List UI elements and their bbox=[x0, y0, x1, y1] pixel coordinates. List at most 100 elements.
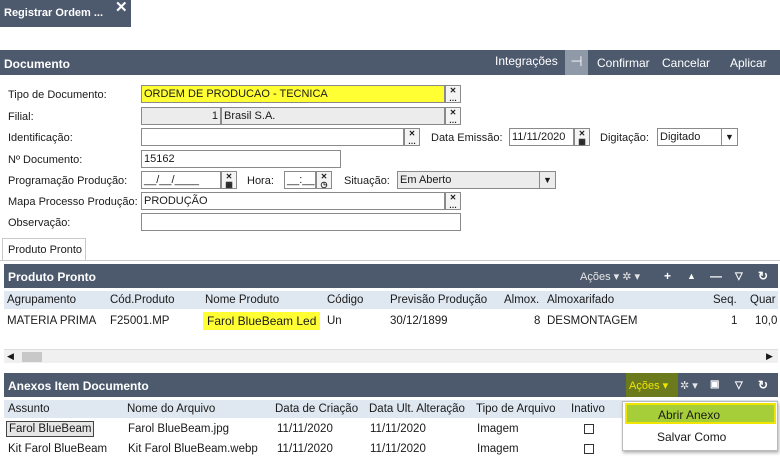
acoes-label: Ações bbox=[629, 380, 660, 392]
lookup-icon[interactable]: ✕… bbox=[445, 107, 461, 125]
calendar-icon[interactable]: ✕ ▦ bbox=[574, 128, 590, 146]
column-header[interactable]: Nome do Arquivo bbox=[127, 403, 215, 415]
aplicar-button[interactable]: Aplicar bbox=[730, 56, 767, 70]
filter-icon[interactable]: ▽ bbox=[735, 271, 743, 282]
scroll-left-icon[interactable]: ◀ bbox=[7, 351, 14, 362]
hora-field[interactable]: __:__ bbox=[284, 171, 316, 189]
table-cell: Imagem bbox=[477, 443, 519, 455]
table-row[interactable]: Kit Farol BlueBeam Kit Farol BlueBeam.we… bbox=[4, 440, 622, 459]
lookup-icon[interactable]: ✕… bbox=[404, 128, 420, 146]
column-header[interactable]: Inativo bbox=[571, 403, 605, 415]
table-cell: Un bbox=[327, 315, 342, 327]
table-cell: 8 bbox=[534, 315, 541, 327]
lookup-icon[interactable]: ✕… bbox=[445, 85, 461, 103]
remove-icon[interactable]: — bbox=[710, 269, 722, 283]
acoes-dropdown-menu: Abrir Anexo Salvar Como bbox=[622, 401, 778, 451]
column-header[interactable]: Data de Criação bbox=[275, 403, 358, 415]
n-documento-field[interactable]: 15162 bbox=[141, 150, 341, 168]
pin-icon[interactable]: ⊣ bbox=[565, 50, 588, 75]
column-header[interactable]: Tipo de Arquivo bbox=[476, 403, 555, 415]
column-header[interactable]: Seq. bbox=[713, 294, 737, 306]
mapa-field[interactable]: PRODUÇÃO bbox=[141, 192, 445, 210]
divider bbox=[0, 260, 780, 261]
tab-label: Produto Pronto bbox=[8, 244, 82, 256]
observacao-field[interactable] bbox=[141, 213, 461, 231]
cancelar-button[interactable]: Cancelar bbox=[662, 56, 710, 70]
identificacao-field[interactable] bbox=[141, 128, 404, 146]
digitacao-value: Digitado bbox=[660, 131, 701, 143]
section-title: Anexos Item Documento bbox=[8, 379, 149, 393]
anexos-header: Anexos Item Documento Ações ▾ ✲ ▾ ▣ ▽ ↻ bbox=[4, 373, 778, 397]
column-header[interactable]: Cód.Produto bbox=[110, 294, 175, 306]
column-header[interactable]: Almox. bbox=[504, 294, 539, 306]
refresh-icon[interactable]: ↻ bbox=[758, 378, 768, 392]
programacao-field[interactable]: __/__/____ bbox=[141, 171, 221, 189]
column-header[interactable]: Almoxarifado bbox=[547, 294, 614, 306]
section-title: Produto Pronto bbox=[8, 270, 96, 284]
digitacao-select[interactable]: Digitado ▼ bbox=[657, 128, 738, 146]
column-header[interactable]: Previsão Produção bbox=[390, 294, 487, 306]
confirmar-button[interactable]: Confirmar bbox=[597, 56, 650, 70]
chevron-down-icon[interactable]: ▼ bbox=[721, 129, 737, 145]
close-icon[interactable]: ✕ bbox=[115, 0, 128, 15]
add-icon[interactable]: + bbox=[664, 269, 671, 283]
inativo-checkbox[interactable] bbox=[584, 424, 594, 434]
tipo-documento-label: Tipo de Documento: bbox=[8, 89, 107, 101]
hora-label: Hora: bbox=[247, 175, 274, 187]
settings-menu-icon[interactable]: ✲ ▾ bbox=[680, 379, 698, 392]
move-up-icon[interactable]: ▲ bbox=[687, 271, 696, 281]
column-header[interactable]: Nome Produto bbox=[205, 294, 279, 306]
produto-pronto-grid-header: Agrupamento Cód.Produto Nome Produto Cód… bbox=[4, 291, 778, 309]
scrollbar-thumb[interactable] bbox=[22, 352, 42, 362]
window-title: Registrar Ordem ... bbox=[4, 7, 104, 19]
refresh-icon[interactable]: ↻ bbox=[758, 269, 768, 283]
produto-pronto-header: Produto Pronto Ações ▾ ✲ ▾ + ▲ — ▽ ↻ bbox=[4, 264, 778, 288]
table-cell: Kit Farol BlueBeam bbox=[8, 443, 108, 455]
column-header[interactable]: Código bbox=[327, 294, 363, 306]
window-tab[interactable]: Registrar Ordem ... ✕ bbox=[0, 0, 131, 27]
situacao-value: Em Aberto bbox=[400, 174, 452, 186]
horizontal-scrollbar[interactable]: ◀ ▶ bbox=[4, 349, 778, 363]
table-cell: MATERIA PRIMA bbox=[7, 315, 97, 327]
situacao-select[interactable]: Em Aberto ▼ bbox=[397, 171, 556, 189]
calendar-icon[interactable]: ✕ ▦ bbox=[221, 171, 237, 189]
acoes-menu-button[interactable]: Ações ▾ ✲ ▾ bbox=[580, 270, 640, 283]
clock-icon[interactable]: ✕ ◷ bbox=[316, 171, 332, 189]
table-cell: Imagem bbox=[477, 423, 519, 435]
column-header[interactable]: Data Ult. Alteração bbox=[369, 403, 465, 415]
tipo-documento-field[interactable]: ORDEM DE PRODUCAO - TECNICA bbox=[141, 85, 445, 103]
n-documento-label: Nº Documento: bbox=[8, 154, 83, 166]
document-header: Documento Integrações ⊣ Confirmar Cancel… bbox=[0, 50, 780, 75]
situacao-label: Situação: bbox=[344, 175, 390, 187]
filial-name-field: Brasil S.A. bbox=[221, 107, 445, 125]
column-header[interactable]: Quar bbox=[750, 294, 776, 306]
save-icon[interactable]: ▣ bbox=[710, 379, 719, 390]
data-emissao-field[interactable]: 11/11/2020 bbox=[509, 128, 574, 146]
identificacao-label: Identificação: bbox=[8, 132, 73, 144]
inativo-checkbox[interactable] bbox=[584, 444, 594, 454]
integracoes-button[interactable]: Integrações bbox=[495, 54, 558, 68]
menu-item-abrir-anexo[interactable]: Abrir Anexo bbox=[625, 403, 776, 424]
data-emissao-label: Data Emissão: bbox=[431, 132, 503, 144]
table-cell: F25001.MP bbox=[110, 315, 170, 327]
header-title: Documento bbox=[4, 57, 70, 71]
chevron-down-icon[interactable]: ▼ bbox=[539, 172, 555, 188]
filial-label: Filial: bbox=[8, 111, 34, 123]
scroll-right-icon[interactable]: ▶ bbox=[766, 351, 773, 362]
table-cell: 30/12/1899 bbox=[390, 315, 448, 327]
mapa-label: Mapa Processo Produção: bbox=[8, 196, 138, 208]
table-cell: 10,0 bbox=[755, 315, 778, 327]
filial-code-field[interactable]: 1 bbox=[141, 107, 221, 125]
lookup-icon[interactable]: ✕… bbox=[445, 192, 461, 210]
table-cell: Farol BlueBeam Led bbox=[203, 312, 321, 330]
filter-icon[interactable]: ▽ bbox=[735, 380, 743, 391]
table-cell: DESMONTAGEM bbox=[547, 315, 638, 327]
tab-produto-pronto[interactable]: Produto Pronto bbox=[2, 238, 86, 261]
table-row[interactable]: Farol BlueBeam Farol BlueBeam.jpg 11/11/… bbox=[4, 420, 622, 439]
column-header[interactable]: Agrupamento bbox=[7, 294, 76, 306]
menu-item-label: Abrir Anexo bbox=[658, 408, 721, 422]
menu-item-salvar-como[interactable]: Salvar Como bbox=[657, 430, 726, 444]
acoes-menu-button[interactable]: Ações ▾ bbox=[629, 379, 668, 392]
table-row[interactable]: MATERIA PRIMA F25001.MP Farol BlueBeam L… bbox=[4, 311, 778, 331]
column-header[interactable]: Assunto bbox=[8, 403, 50, 415]
